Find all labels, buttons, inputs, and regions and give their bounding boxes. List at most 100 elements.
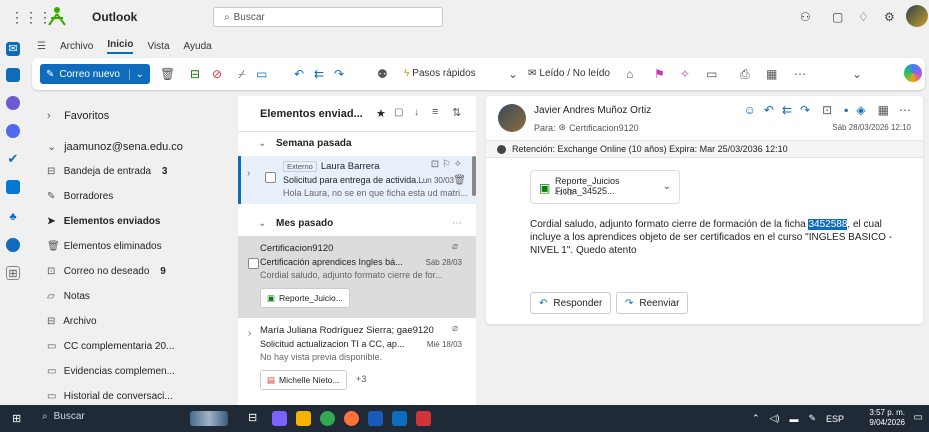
reply-icon[interactable]: ↶ bbox=[294, 67, 304, 81]
attachment-chip[interactable]: ▤ Michelle Nieto... bbox=[260, 370, 347, 390]
outlook-icon[interactable] bbox=[392, 411, 407, 426]
message-actions-icon[interactable]: ⊡ ⚐ ✧ bbox=[431, 159, 462, 170]
tab-vista[interactable]: Vista bbox=[147, 41, 169, 52]
star-icon[interactable]: ★ bbox=[376, 107, 386, 120]
reply-button[interactable]: ↶ Responder bbox=[530, 292, 612, 314]
taskbar-search[interactable]: ⌕ Buscar bbox=[42, 411, 85, 422]
bell-icon[interactable]: ♢ bbox=[858, 10, 869, 24]
flag-icon[interactable]: ⚑ bbox=[654, 67, 665, 81]
read-unread-button[interactable]: ✉ Leído / No leído bbox=[528, 68, 610, 79]
teams-share-icon[interactable]: ⊡ bbox=[822, 103, 832, 117]
pin-icon[interactable]: ✧ bbox=[680, 67, 690, 81]
language-indicator[interactable]: ESP bbox=[826, 414, 844, 424]
teams-app-icon[interactable]: ♣ bbox=[6, 210, 20, 224]
tab-archivo[interactable]: Archivo bbox=[60, 41, 93, 52]
forward-icon[interactable]: ↷ bbox=[800, 103, 810, 117]
recipient[interactable]: Certificacion9120 bbox=[569, 123, 639, 133]
people-icon[interactable]: ⚉ bbox=[377, 67, 388, 81]
acrobat-icon[interactable] bbox=[416, 411, 431, 426]
account-node[interactable]: ⌄ jaamunoz@sena.edu.co bbox=[47, 140, 183, 153]
new-mail-button[interactable]: ✎ Correo nuevo ⌄ bbox=[40, 64, 150, 84]
folder-item-sent[interactable]: ➤ Elementos enviados bbox=[47, 216, 160, 227]
chevron-down-icon[interactable]: ⌄ bbox=[852, 67, 862, 81]
search-input[interactable]: ⌕ Buscar bbox=[213, 7, 443, 27]
attachment-card[interactable]: ▣ Reporte_Juicios Ficha_34525... 41 KB ⌄ bbox=[530, 170, 680, 204]
teams-icon[interactable]: ⚇ bbox=[800, 10, 811, 24]
pen-icon[interactable]: ✎ bbox=[808, 413, 816, 424]
widgets-icon[interactable] bbox=[190, 411, 228, 426]
emoji-icon[interactable]: ☺ bbox=[744, 103, 756, 117]
list-item[interactable]: › Externo Laura Barrera ⊡ ⚐ ✧ Solicitud p… bbox=[238, 156, 476, 204]
file-explorer-icon[interactable] bbox=[296, 411, 311, 426]
list-item[interactable]: Certificacion9120 ⌀ Certificación aprend… bbox=[238, 236, 476, 318]
folder-item-archive[interactable]: ⊟ Archivo bbox=[47, 316, 97, 327]
attachment-chip[interactable]: ▣ Reporte_Juicio... bbox=[260, 288, 350, 308]
move-icon[interactable]: ▭ bbox=[256, 67, 267, 81]
hamburger-icon[interactable]: ☰ bbox=[37, 41, 46, 52]
chevron-down-icon[interactable]: ⌄ bbox=[663, 181, 671, 192]
windows-start-icon[interactable]: ⊞ bbox=[12, 412, 21, 425]
folder-item-junk[interactable]: ⊡ Correo no deseado 9 bbox=[47, 266, 166, 277]
chevron-right-icon[interactable]: › bbox=[248, 328, 251, 339]
copilot-icon[interactable] bbox=[904, 64, 922, 82]
sender-name[interactable]: Javier Andres Muñoz Ortiz bbox=[534, 105, 651, 116]
onedrive-icon[interactable] bbox=[6, 238, 20, 252]
volume-icon[interactable]: ◁) bbox=[770, 413, 780, 424]
chrome-icon[interactable] bbox=[320, 411, 335, 426]
more-icon[interactable]: ⋯ bbox=[452, 218, 462, 229]
folder-item-inbox[interactable]: ⊟ Bandeja de entrada 3 bbox=[47, 166, 167, 177]
folder-item-historial[interactable]: ▭ Historial de conversaci... bbox=[47, 391, 173, 402]
network-icon[interactable]: ▬ bbox=[789, 414, 798, 424]
snooze-icon[interactable]: ▭ bbox=[706, 67, 717, 81]
tab-ayuda[interactable]: Ayuda bbox=[184, 41, 212, 52]
sender-avatar[interactable] bbox=[498, 104, 526, 132]
reply-all-icon[interactable]: ⇇ bbox=[782, 103, 792, 117]
avatar[interactable] bbox=[906, 5, 928, 27]
chevron-right-icon[interactable]: › bbox=[247, 168, 250, 179]
copilot-icon[interactable] bbox=[6, 96, 20, 110]
folder-item-cc[interactable]: ▭ CC complementaria 20... bbox=[47, 341, 174, 352]
favorites-node[interactable]: › Favoritos bbox=[47, 110, 109, 122]
word-icon[interactable] bbox=[6, 180, 20, 194]
sweep-icon[interactable]: ⌿ bbox=[238, 67, 245, 82]
chevron-down-icon[interactable]: ⌄ bbox=[508, 67, 518, 81]
list-item[interactable]: › María Juliana Rodríguez Sierra; gae912… bbox=[238, 318, 476, 396]
notifications-icon[interactable]: ▭ bbox=[914, 412, 923, 423]
immersive-reader-icon[interactable]: ▦ bbox=[878, 103, 889, 117]
more-icon[interactable]: ⋯ bbox=[794, 67, 806, 81]
jump-down-icon[interactable]: ↓ bbox=[414, 107, 419, 118]
filter-icon[interactable]: ≡ bbox=[432, 106, 438, 118]
more-attachments-count[interactable]: +3 bbox=[356, 374, 366, 384]
gear-icon[interactable]: ⚙ bbox=[884, 10, 895, 24]
print-icon[interactable]: ⎙ bbox=[740, 67, 750, 82]
group-header[interactable]: ⌄ Mes pasado ⋯ bbox=[238, 213, 476, 235]
archive-icon[interactable]: ⊟ bbox=[190, 67, 200, 81]
copilot-app-icon[interactable] bbox=[272, 411, 287, 426]
reply-icon[interactable]: ↶ bbox=[764, 103, 774, 117]
tab-inicio[interactable]: Inicio bbox=[107, 39, 134, 54]
mail-icon[interactable]: ✉ bbox=[6, 42, 20, 56]
scrollbar[interactable] bbox=[472, 156, 476, 196]
select-checkbox[interactable] bbox=[265, 172, 276, 183]
more-apps-icon[interactable]: ⊞ bbox=[6, 266, 20, 280]
sort-icon[interactable]: ⇅ bbox=[452, 106, 461, 119]
more-icon[interactable]: ⋯ bbox=[899, 103, 911, 117]
firefox-icon[interactable] bbox=[344, 411, 359, 426]
chevron-down-icon[interactable]: ⌄ bbox=[128, 68, 150, 80]
people-icon[interactable] bbox=[6, 124, 20, 138]
immersive-reader-icon[interactable]: ▦ bbox=[766, 67, 777, 81]
group-header[interactable]: ⌄ Semana pasada bbox=[238, 133, 476, 155]
report-icon[interactable]: ⊘ bbox=[212, 67, 222, 81]
select-checkbox[interactable] bbox=[248, 258, 259, 269]
clock[interactable]: 3:57 p. m. 9/04/2026 bbox=[869, 408, 905, 428]
forward-icon[interactable]: ↷ bbox=[334, 67, 344, 81]
trash-icon[interactable]: 🗑 bbox=[453, 175, 466, 186]
reply-all-icon[interactable]: ⇇ bbox=[314, 67, 324, 81]
folder-item-notes[interactable]: ▱ Notas bbox=[47, 291, 90, 302]
notes-icon[interactable]: ▢ bbox=[832, 10, 843, 24]
select-icon[interactable]: ▢ bbox=[394, 107, 403, 118]
loop-icon[interactable]: ◈ bbox=[856, 103, 865, 117]
word-icon[interactable] bbox=[368, 411, 383, 426]
todo-icon[interactable]: ✔ bbox=[6, 152, 20, 166]
folder-item-evidencias[interactable]: ▭ Evidencias complemen... bbox=[47, 366, 175, 377]
